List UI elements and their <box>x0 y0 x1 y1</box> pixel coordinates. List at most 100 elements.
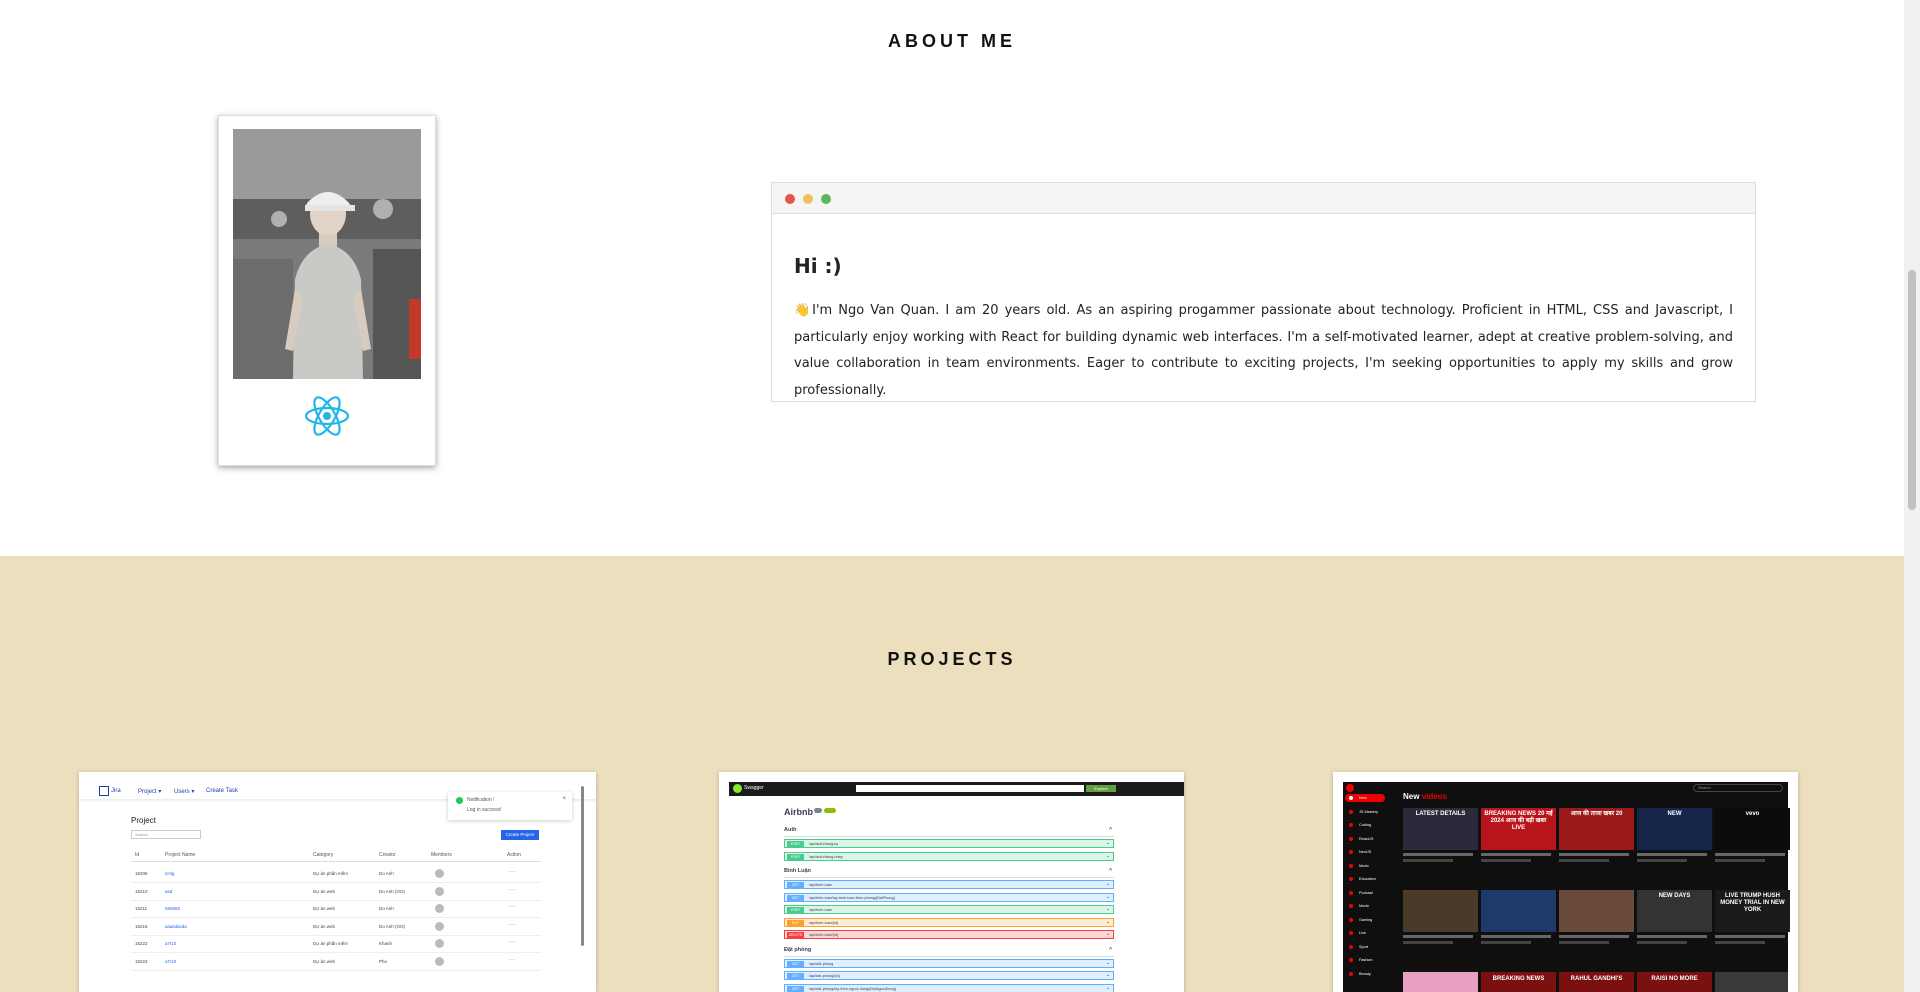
endpoint-row[interactable]: POST/api/auth/dang-ky ⌄ <box>784 839 1114 848</box>
about-section: ABOUT ME Hi:) 👋I'm Ngo Van Quan. I am 2… <box>0 0 1904 556</box>
video-thumbnail[interactable] <box>1403 972 1478 992</box>
bio-content: I'm Ngo Van Quan. I am 20 years old. As … <box>794 303 1733 398</box>
video-thumbnail[interactable]: RAISI NO MORE <box>1637 972 1712 992</box>
endpoint-row[interactable]: DELETE/api/binh-luan/{id} ⌄ <box>784 930 1114 939</box>
swagger-url-input[interactable] <box>856 785 1084 792</box>
endpoint-row[interactable]: GET/api/binh-luan ⌄ <box>784 880 1114 889</box>
more-icon[interactable]: ··· <box>509 869 515 875</box>
sidebar-item[interactable]: Education <box>1345 875 1385 883</box>
sidebar-item[interactable]: Sport <box>1345 943 1385 951</box>
endpoint-row[interactable]: GET/api/dat-phong ⌄ <box>784 958 1114 968</box>
video-thumbnail[interactable] <box>1481 890 1556 932</box>
avatar <box>435 869 444 878</box>
sidebar-item[interactable]: Coding <box>1345 821 1385 829</box>
col-creator: Creator <box>379 852 396 858</box>
sidebar-item[interactable]: Fashion <box>1345 956 1385 964</box>
video-thumbnail[interactable]: vevo <box>1715 808 1790 850</box>
endpoint-row[interactable]: GET/api/dat-phong/lay-theo-nguoi-dung/{M… <box>784 983 1114 992</box>
video-thumbnail[interactable]: BREAKING NEWS 20 मई 2024 आज की बड़ी खबर … <box>1481 808 1556 850</box>
sidebar-item[interactable]: ReactJS <box>1345 835 1385 843</box>
jira-toast: Notification ! Log in success! × <box>448 792 572 820</box>
oas-badge <box>824 808 836 813</box>
table-cell[interactable]: lo'dg <box>165 871 174 876</box>
video-title-line <box>1481 853 1551 856</box>
page-scrollbar[interactable] <box>1904 0 1920 992</box>
endpoint-group[interactable]: Đặt phòng ^ <box>784 947 1114 957</box>
video-thumbnail[interactable]: LIVE TRUMP HUSH MONEY TRIAL IN NEW YORK <box>1715 890 1790 932</box>
endpoint-row[interactable]: GET/api/dat-phong/{id} ⌄ <box>784 971 1114 980</box>
jira-nav-project[interactable]: Project ▾ <box>138 788 161 795</box>
explore-button[interactable]: Explore <box>1086 785 1116 792</box>
close-icon[interactable]: × <box>562 796 566 802</box>
sidebar-item[interactable]: NextJS <box>1345 848 1385 856</box>
sidebar-item-icon <box>1349 944 1353 949</box>
video-thumbnail[interactable] <box>1715 972 1788 992</box>
project-card-swagger[interactable]: Swagger Explore Airbnb Auth ^ POST/api/aut… <box>719 772 1184 992</box>
more-icon[interactable]: ··· <box>509 922 515 928</box>
sidebar-item[interactable]: Movie <box>1345 902 1385 910</box>
video-thumbnail[interactable] <box>1403 890 1478 932</box>
sidebar-item[interactable]: JS Mastery <box>1345 808 1385 816</box>
table-cell[interactable]: asd <box>165 889 172 894</box>
video-thumbnail[interactable]: RAHUL GANDHI'S <box>1559 972 1634 992</box>
avatar <box>435 921 444 931</box>
video-thumbnail[interactable]: NEW <box>1637 808 1712 850</box>
sidebar-item-icon <box>1349 958 1353 962</box>
method-badge: POST <box>787 853 804 860</box>
method-badge: POST <box>787 841 804 847</box>
chevron-down-icon: ⌄ <box>1105 881 1110 887</box>
table-row: 15206 lo'dg Dự án phần mềm Do Anh ··· <box>131 868 541 883</box>
sidebar-item[interactable]: Live <box>1345 929 1385 937</box>
endpoint-group[interactable]: Bình Luận ^ <box>784 868 1114 878</box>
scrollbar-thumb[interactable] <box>1908 270 1916 510</box>
more-icon[interactable]: ··· <box>509 957 515 963</box>
api-title: Airbnb <box>784 807 813 817</box>
endpoint-row[interactable]: POST/api/binh-luan ⌄ <box>784 905 1114 914</box>
create-project-button[interactable]: Create Project <box>501 830 539 840</box>
sidebar-item[interactable]: Podcast <box>1345 889 1385 897</box>
table-cell[interactable]: 555555 <box>165 906 180 911</box>
video-thumbnail[interactable]: BREAKING NEWS <box>1481 972 1556 992</box>
sidebar-item[interactable]: Beauty <box>1345 970 1385 978</box>
jira-nav-create-task[interactable]: Create Task <box>206 788 238 794</box>
sidebar-item[interactable]: Music <box>1345 862 1385 870</box>
table-cell[interactable]: a7/10 <box>165 941 176 946</box>
video-title-line <box>1559 935 1629 938</box>
endpoint-row[interactable]: PUT/api/binh-luan/{id} ⌄ <box>784 917 1114 927</box>
more-icon[interactable]: ··· <box>509 887 515 893</box>
more-icon[interactable]: ··· <box>509 904 515 910</box>
video-thumbnail[interactable]: आज की ताजा खबर 20 <box>1559 808 1634 850</box>
sidebar-item[interactable]: Gaming <box>1345 916 1385 924</box>
youtube-search-input[interactable]: Search <box>1693 784 1783 792</box>
more-icon[interactable]: ··· <box>509 939 515 945</box>
video-title-line <box>1715 935 1785 938</box>
video-thumbnail[interactable]: LATEST DETAILS <box>1403 808 1478 850</box>
jira-nav-brand[interactable]: Jira <box>111 788 121 794</box>
video-thumbnail[interactable] <box>1559 890 1634 932</box>
sidebar-item[interactable]: New <box>1345 794 1385 802</box>
video-meta-line <box>1559 941 1609 944</box>
jira-nav-users[interactable]: Users ▾ <box>174 788 194 795</box>
endpoint-row[interactable]: POST/api/auth/dang-nhap ⌄ <box>784 851 1114 861</box>
toast-text: Log in success! <box>467 807 502 813</box>
table-cell[interactable]: a7/10 <box>165 959 176 964</box>
video-meta-line <box>1403 859 1453 862</box>
endpoint-group[interactable]: Auth ^ <box>784 827 1114 837</box>
project-card-youtube[interactable]: Search New videos New JS Mastery Coding Rea… <box>1333 772 1798 992</box>
jira-scrollbar[interactable] <box>581 786 584 946</box>
endpoint-row[interactable]: GET/api/binh-luan/lay-binh-luan-theo-pho… <box>784 892 1114 902</box>
greeting: Hi :) <box>794 254 842 278</box>
video-thumbnail[interactable]: NEW DAYS <box>1637 890 1712 932</box>
video-meta-line <box>1481 941 1531 944</box>
sidebar-item-icon <box>1349 931 1353 935</box>
video-title-line <box>1559 853 1629 856</box>
project-card-jira[interactable]: Jira Project ▾ Users ▾ Create Task Notif… <box>79 772 596 992</box>
avatar <box>435 956 444 966</box>
jira-search-input[interactable]: Search <box>131 830 201 839</box>
endpoint-path: /api/binh-luan/{id} <box>809 933 839 937</box>
video-meta-line <box>1715 859 1765 862</box>
video-meta-line <box>1715 941 1765 944</box>
table-cell[interactable]: asasdasda <box>165 924 187 929</box>
endpoint-path: /api/dat-phong/{id} <box>809 974 840 978</box>
avatar <box>435 886 444 896</box>
